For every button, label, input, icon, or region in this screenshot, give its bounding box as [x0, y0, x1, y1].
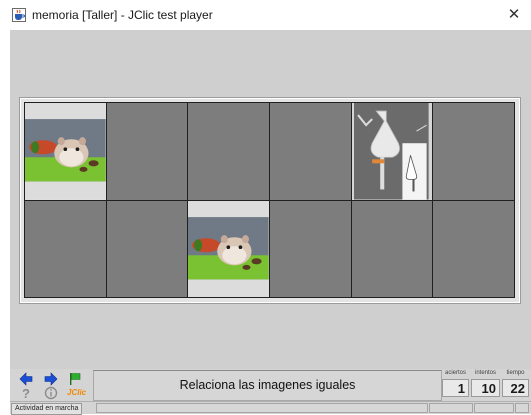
intentos-counter: 10 — [471, 379, 500, 397]
board-card-hidden[interactable] — [25, 200, 106, 297]
board-card-hamster-photo[interactable] — [188, 200, 269, 297]
intentos-label: intentos — [474, 370, 496, 376]
aciertos-counter: 1 — [442, 379, 469, 397]
java-cup-icon — [12, 8, 26, 22]
window-title: memoria [Taller] - JClic test player — [32, 8, 213, 22]
board-card-hidden[interactable] — [270, 103, 351, 200]
board-card-hidden[interactable] — [106, 103, 188, 200]
title-bar: memoria [Taller] - JClic test player ✕ — [0, 0, 531, 30]
board-card-hidden[interactable] — [433, 200, 514, 297]
status-panel-main — [96, 403, 428, 413]
question-icon[interactable]: ? — [19, 386, 33, 400]
hamster-photo — [188, 200, 269, 297]
status-bar: Actividad en marcha — [10, 401, 531, 415]
tiempo-label: tiempo — [506, 370, 525, 376]
board-card-hidden[interactable] — [188, 103, 269, 200]
navigation-buttons: ? JClic — [10, 369, 92, 401]
status-panel-b — [474, 403, 514, 413]
aciertos-label: aciertos — [444, 370, 466, 376]
activity-message: Relaciona las imagenes iguales — [179, 378, 356, 392]
tiempo-counter: 22 — [502, 379, 529, 397]
separatory-funnel-photo — [351, 103, 433, 200]
svg-text:?: ? — [22, 386, 30, 400]
info-icon[interactable] — [44, 386, 58, 400]
board-card-hamster-photo[interactable] — [25, 103, 106, 200]
board-card-hidden[interactable] — [433, 103, 514, 200]
message-box: Relaciona las imagenes iguales — [93, 370, 442, 401]
status-text: Actividad en marcha — [11, 403, 83, 415]
flag-icon[interactable] — [68, 372, 82, 386]
board-card-hidden[interactable] — [270, 200, 351, 297]
close-icon[interactable]: ✕ — [505, 6, 523, 24]
jclic-logo[interactable]: JClic — [67, 388, 86, 397]
control-bar: ? JClic Relaciona las imagenes iguales a… — [10, 369, 531, 401]
board-card-hidden[interactable] — [351, 200, 433, 297]
board-card-separatory-funnel-photo[interactable] — [351, 103, 433, 200]
memory-board — [24, 102, 515, 298]
board-card-hidden[interactable] — [106, 200, 188, 297]
status-panel-c — [515, 403, 529, 413]
hamster-photo — [25, 103, 106, 200]
arrow-left-icon[interactable] — [19, 372, 33, 386]
arrow-right-icon[interactable] — [44, 372, 58, 386]
status-panel-a — [429, 403, 473, 413]
